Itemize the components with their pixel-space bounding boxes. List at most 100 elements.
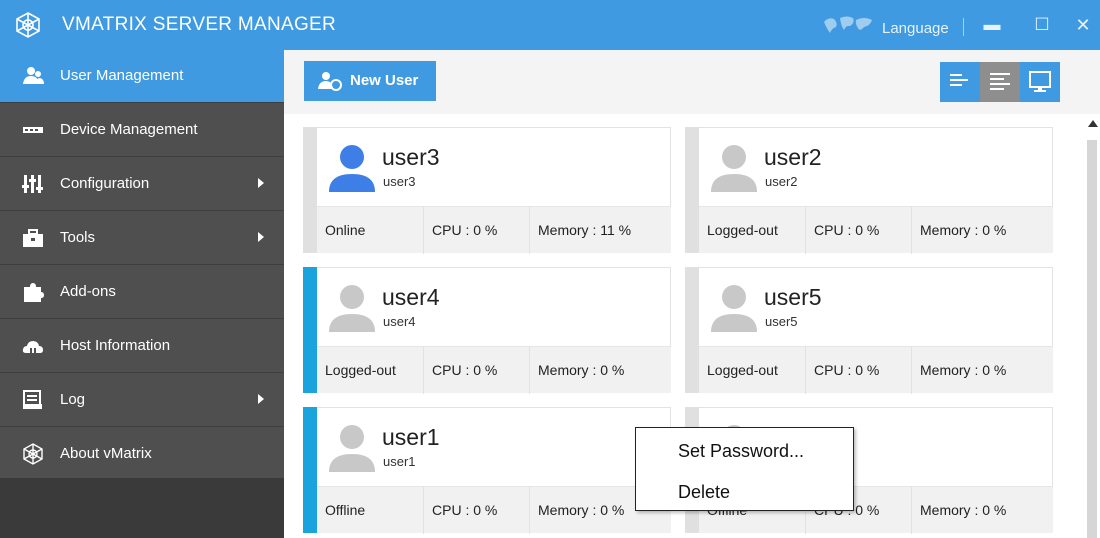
cpu-text: CPU : 0 % — [432, 362, 498, 378]
toolbox-icon — [23, 229, 43, 247]
maximize-button[interactable]: ☐ — [1029, 13, 1055, 37]
cpu-text: CPU : 0 % — [432, 502, 498, 518]
title-separator — [963, 18, 964, 36]
card-stripe — [685, 267, 699, 393]
language-button[interactable]: Language — [882, 20, 949, 37]
delete-menu-item[interactable]: Delete — [636, 471, 853, 511]
sidebar-item-log[interactable]: Log — [0, 374, 284, 427]
status-text: Logged-out — [707, 362, 778, 378]
cpu-text: CPU : 0 % — [432, 222, 498, 238]
user-login: user4 — [383, 314, 416, 329]
world-map-icon[interactable] — [820, 14, 876, 36]
card-stripe — [685, 127, 699, 253]
user-name: user2 — [764, 144, 822, 170]
sidebar-item-label: Add-ons — [60, 283, 116, 300]
status-text: Offline — [325, 502, 366, 518]
sidebar-item-label: User Management — [60, 67, 184, 84]
app-title: VMATRIX SERVER MANAGER — [62, 14, 337, 35]
memory-text: Memory : 0 % — [920, 502, 1007, 518]
context-menu: Set Password... Delete — [635, 427, 854, 511]
card-stats: Offline CPU : 0 % Memory : 0 % — [317, 486, 671, 534]
stat-divider — [423, 487, 424, 534]
sidebar-item-label: Configuration — [60, 175, 150, 192]
sidebar-item-about-vmatrix[interactable]: About vMatrix — [0, 428, 284, 481]
sidebar-item-label: Host Information — [60, 337, 171, 354]
memory-text: Memory : 11 % — [538, 222, 632, 238]
submenu-arrow-icon — [258, 232, 264, 242]
user-card[interactable]: user3 user3 Online CPU : 0 % Memory : 11… — [303, 127, 671, 254]
card-stripe — [303, 267, 317, 393]
card-stripe — [303, 127, 317, 253]
card-stats: Logged-out CPU : 0 % Memory : 0 % — [699, 206, 1053, 254]
sidebar-item-configuration[interactable]: Configuration — [0, 158, 284, 211]
vertical-scrollbar[interactable] — [1084, 116, 1100, 538]
status-text: Online — [325, 222, 366, 238]
cpu-text: CPU : 0 % — [814, 362, 880, 378]
minimize-button[interactable]: ▬ — [979, 13, 1005, 37]
user-card[interactable]: user1 user1 Offline CPU : 0 % Memory : 0… — [303, 407, 671, 534]
new-user-button[interactable]: New User — [304, 61, 436, 101]
user-card[interactable]: user5 user5 Logged-out CPU : 0 % Memory … — [685, 267, 1053, 394]
cpu-text: CPU : 0 % — [814, 222, 880, 238]
memory-text: Memory : 0 % — [920, 362, 1007, 378]
add-user-icon — [318, 72, 342, 91]
user-name: user4 — [382, 284, 440, 310]
monitor-view-icon — [1029, 71, 1051, 92]
submenu-arrow-icon — [258, 394, 264, 404]
stat-divider — [529, 207, 530, 254]
sidebar-footer — [0, 478, 284, 538]
user-avatar-icon — [711, 145, 757, 192]
stat-divider — [529, 347, 530, 394]
close-button[interactable]: ✕ — [1070, 13, 1096, 37]
stat-divider — [805, 347, 806, 394]
user-login: user1 — [383, 454, 416, 469]
list-view-button[interactable] — [940, 62, 980, 102]
detail-view-button[interactable] — [980, 62, 1020, 102]
user-login: user3 — [383, 174, 416, 189]
sliders-icon — [22, 175, 43, 193]
user-name: user1 — [382, 424, 440, 450]
device-icon — [23, 127, 43, 133]
set-password-menu-item[interactable]: Set Password... — [636, 430, 853, 470]
list-view-icon — [950, 74, 968, 86]
users-icon — [23, 67, 44, 84]
status-text: Logged-out — [325, 362, 396, 378]
stat-divider — [805, 207, 806, 254]
user-avatar-icon — [329, 285, 375, 332]
user-card[interactable]: user4 user4 Logged-out CPU : 0 % Memory … — [303, 267, 671, 394]
user-login: user5 — [765, 314, 798, 329]
scroll-up-arrow-icon[interactable] — [1088, 120, 1098, 127]
sidebar: User Management Device Management Config… — [0, 50, 284, 538]
new-user-label: New User — [350, 72, 419, 89]
sidebar-item-tools[interactable]: Tools — [0, 212, 284, 265]
stat-divider — [423, 347, 424, 394]
card-stats: Online CPU : 0 % Memory : 11 % — [317, 206, 671, 254]
log-icon — [23, 390, 42, 409]
user-avatar-icon — [329, 145, 375, 192]
sidebar-item-host-information[interactable]: Host Information — [0, 320, 284, 373]
vmatrix-logo-icon — [16, 12, 40, 38]
stat-divider — [911, 487, 912, 534]
card-stats: Logged-out CPU : 0 % Memory : 0 % — [699, 346, 1053, 394]
submenu-arrow-icon — [258, 178, 264, 188]
sidebar-item-user-management[interactable]: User Management — [0, 50, 284, 103]
user-login: user2 — [765, 174, 798, 189]
card-stats: Logged-out CPU : 0 % Memory : 0 % — [317, 346, 671, 394]
cloud-icon — [22, 341, 43, 353]
menu-item-label: Delete — [678, 482, 731, 502]
user-card[interactable]: user2 user2 Logged-out CPU : 0 % Memory … — [685, 127, 1053, 254]
sidebar-item-label: Tools — [60, 229, 96, 246]
stat-divider — [911, 207, 912, 254]
status-text: Logged-out — [707, 222, 778, 238]
sidebar-item-label: Device Management — [60, 121, 198, 138]
sidebar-item-label: About vMatrix — [60, 445, 152, 462]
puzzle-icon — [24, 283, 44, 302]
card-stripe — [303, 407, 317, 533]
monitor-view-button[interactable] — [1020, 62, 1060, 102]
user-avatar-icon — [329, 425, 375, 472]
scrollbar-thumb[interactable] — [1087, 140, 1097, 538]
toolbar: New User — [284, 50, 1100, 114]
sidebar-item-add-ons[interactable]: Add-ons — [0, 266, 284, 319]
memory-text: Memory : 0 % — [538, 502, 625, 518]
sidebar-item-device-management[interactable]: Device Management — [0, 104, 284, 157]
